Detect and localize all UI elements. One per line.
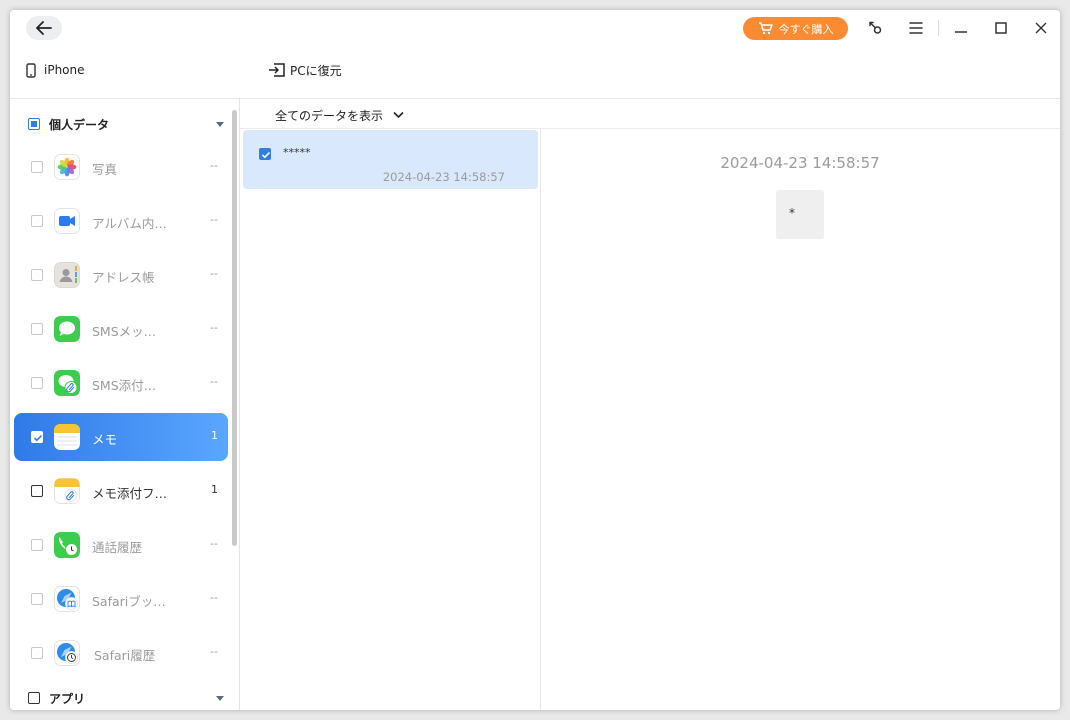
buy-now-label: 今すぐ購入 [778, 22, 834, 36]
content-header-divider [240, 128, 1060, 129]
contacts-icon [54, 262, 80, 288]
group-apps-checkbox[interactable] [28, 692, 40, 704]
sidebar: 個人データ 写真 -- アルバム内… -- アドレス帳 -- SMSメッ… --… [10, 99, 240, 710]
group-apps[interactable]: アプリ [28, 688, 85, 708]
item-count: -- [210, 375, 218, 388]
detail-date: 2024-04-23 14:58:57 [720, 154, 880, 172]
restore-icon [269, 63, 285, 77]
menu-icon[interactable] [906, 18, 926, 38]
restore-label: PCに復元 [290, 63, 342, 78]
minimize-icon[interactable] [951, 18, 971, 38]
safari-bookmark-icon [54, 586, 80, 612]
item-checkbox[interactable] [31, 215, 43, 227]
item-count: -- [210, 267, 218, 280]
call-history-icon [54, 532, 80, 558]
notes-attachment-icon [54, 478, 80, 504]
sidebar-item-notes[interactable]: メモ 1 [14, 413, 228, 461]
sidebar-item-call-history[interactable]: 通話履歴 -- [14, 521, 228, 569]
item-count: 1 [211, 483, 218, 496]
item-label: Safari履歴 [94, 648, 156, 663]
checkmark-icon [33, 434, 43, 442]
video-camera-icon [54, 208, 80, 234]
maximize-icon[interactable] [991, 18, 1011, 38]
sidebar-item-contacts[interactable]: アドレス帳 -- [14, 251, 228, 299]
item-checkbox[interactable] [31, 161, 43, 173]
sidebar-item-notes-attachments[interactable]: メモ添付フ… 1 [14, 467, 228, 515]
item-label: SMSメッ… [92, 324, 157, 339]
close-icon[interactable] [1031, 18, 1051, 38]
item-count: -- [210, 321, 218, 334]
group-personal-label: 個人データ [49, 117, 110, 132]
group-personal-checkbox[interactable] [28, 118, 40, 130]
back-button[interactable] [26, 16, 62, 40]
chevron-down-icon[interactable] [216, 122, 224, 127]
cart-icon [758, 22, 773, 35]
sidebar-item-safari-bookmarks[interactable]: Safariブッ… -- [14, 575, 228, 623]
item-checkbox[interactable] [31, 431, 43, 443]
arrow-left-icon [36, 21, 52, 35]
item-count: -- [210, 645, 218, 658]
item-checkbox[interactable] [31, 377, 43, 389]
item-checkbox[interactable] [31, 269, 43, 281]
notes-icon [54, 424, 80, 450]
item-label: メモ添付フ… [92, 486, 168, 501]
item-count: -- [210, 213, 218, 226]
checkmark-icon [261, 151, 271, 159]
sidebar-item-safari-history[interactable]: Safari履歴 -- [14, 629, 228, 677]
sidebar-scrollbar[interactable] [232, 110, 237, 546]
sidebar-item-sms-messages[interactable]: SMSメッ… -- [14, 305, 228, 353]
item-label: 写真 [92, 162, 118, 177]
item-label: Safariブッ… [92, 594, 166, 609]
item-count: 1 [211, 429, 218, 442]
app-window: 今すぐ購入 iPhone PCに復元 個人データ 写真 -- アルバム内… --… [10, 10, 1060, 710]
item-label: 通話履歴 [92, 540, 143, 555]
item-label: アドレス帳 [92, 270, 155, 285]
note-date: 2024-04-23 14:58:57 [382, 170, 505, 184]
messages-icon [54, 316, 80, 342]
note-content: * [776, 190, 824, 239]
device-selector[interactable]: iPhone [26, 60, 85, 80]
item-checkbox[interactable] [31, 485, 43, 497]
title-bar-separator [938, 20, 939, 36]
sidebar-item-album-videos[interactable]: アルバム内… -- [14, 197, 228, 245]
phone-icon [26, 62, 36, 78]
key-icon[interactable] [865, 18, 885, 38]
title-bar: 今すぐ購入 [10, 10, 1060, 48]
item-label: アルバム内… [92, 216, 167, 231]
item-checkbox[interactable] [31, 323, 43, 335]
item-checkbox[interactable] [31, 539, 43, 551]
list-detail-divider [540, 129, 541, 710]
item-checkbox[interactable] [31, 593, 43, 605]
chevron-down-icon [393, 111, 404, 119]
filter-label: 全てのデータを表示 [275, 108, 384, 123]
item-count: -- [210, 159, 218, 172]
item-count: -- [210, 591, 218, 604]
sidebar-divider [239, 99, 240, 710]
message-attachment-icon [54, 370, 80, 396]
note-checkbox[interactable] [259, 148, 271, 160]
device-name: iPhone [44, 63, 85, 77]
sidebar-item-photos[interactable]: 写真 -- [14, 143, 228, 191]
safari-history-icon [54, 640, 80, 666]
note-title: ***** [283, 146, 311, 159]
sidebar-item-sms-attachments[interactable]: SMS添付… -- [14, 359, 228, 407]
data-filter-dropdown[interactable]: 全てのデータを表示 [275, 106, 404, 124]
restore-to-pc-button[interactable]: PCに復元 [268, 60, 342, 80]
group-apps-label: アプリ [49, 691, 86, 706]
item-checkbox[interactable] [31, 647, 43, 659]
chevron-down-icon[interactable] [216, 696, 224, 701]
list-item[interactable]: ***** 2024-04-23 14:58:57 [243, 130, 538, 189]
group-personal-data[interactable]: 個人データ [28, 114, 109, 134]
item-count: -- [210, 537, 218, 550]
buy-now-button[interactable]: 今すぐ購入 [743, 17, 848, 40]
item-label: SMS添付… [92, 378, 157, 393]
photos-icon [54, 154, 80, 180]
item-label: メモ [92, 432, 118, 447]
